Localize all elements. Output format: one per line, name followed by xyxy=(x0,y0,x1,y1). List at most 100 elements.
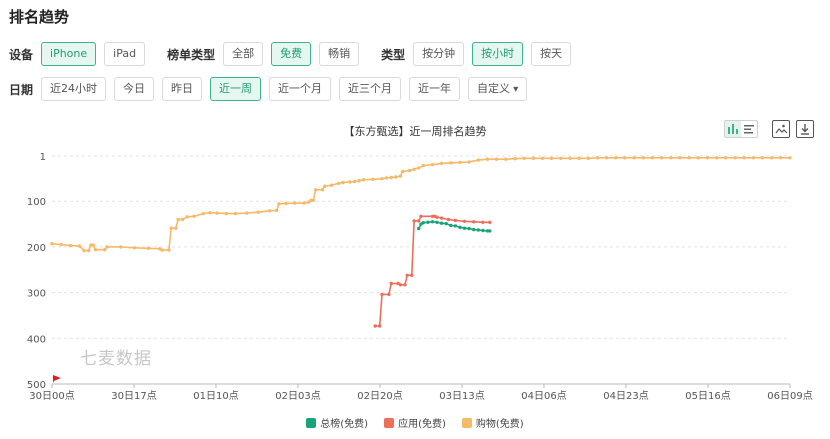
series-line-2 xyxy=(51,157,790,252)
series-point-2 xyxy=(192,214,196,218)
series-point-2 xyxy=(678,156,682,160)
series-point-1 xyxy=(380,292,384,297)
x-tick-label: 02日03点 xyxy=(275,390,320,402)
series-point-2 xyxy=(274,208,279,213)
series-point-2 xyxy=(293,201,297,205)
rank-trend-chart: 1 100 200 300 400 50030日00点 30日17点 01日10点 02日03点… xyxy=(27,152,813,402)
series-point-2 xyxy=(384,176,389,180)
series-point-0 xyxy=(453,224,458,228)
series-point-2 xyxy=(504,157,508,161)
series-point-2 xyxy=(401,169,405,174)
series-point-2 xyxy=(742,156,746,160)
series-point-1 xyxy=(439,216,444,220)
series-point-2 xyxy=(93,248,98,252)
series-point-2 xyxy=(180,217,185,222)
x-tick-label: 06日09点 xyxy=(767,390,812,402)
x-tick-label: 30日00点 xyxy=(29,390,74,402)
legend-item-apps[interactable]: 应用(免费) xyxy=(384,415,446,430)
series-point-2 xyxy=(59,242,63,247)
x-tick-label: 30日17点 xyxy=(111,390,156,402)
series-point-1 xyxy=(389,281,393,286)
series-point-2 xyxy=(705,156,710,160)
series-point-2 xyxy=(770,156,774,160)
series-point-1 xyxy=(472,220,476,224)
series-point-2 xyxy=(215,211,219,215)
series-point-2 xyxy=(320,188,325,192)
series-point-2 xyxy=(371,177,375,181)
series-point-2 xyxy=(788,156,792,160)
legend-label-total: 总榜(免费) xyxy=(320,419,369,430)
series-point-2 xyxy=(362,178,366,182)
series-point-2 xyxy=(586,156,590,160)
series-point-1 xyxy=(446,217,451,222)
series-point-2 xyxy=(323,184,327,188)
legend-item-shopping[interactable]: 购物(免费) xyxy=(461,415,524,430)
series-point-2 xyxy=(660,156,664,160)
series-point-2 xyxy=(313,188,318,192)
series-point-2 xyxy=(494,157,499,161)
series-point-2 xyxy=(311,198,315,202)
series-point-2 xyxy=(577,156,581,160)
series-point-2 xyxy=(614,156,618,160)
series-point-2 xyxy=(256,210,260,214)
series-point-2 xyxy=(449,161,453,165)
series-point-2 xyxy=(160,248,164,252)
series-point-2 xyxy=(394,175,398,179)
x-tick-label: 05日16点 xyxy=(685,390,730,402)
series-point-2 xyxy=(417,166,421,170)
series-point-2 xyxy=(82,248,86,253)
series-point-2 xyxy=(380,177,384,181)
series-point-2 xyxy=(103,248,107,252)
legend-swatch-total xyxy=(306,417,317,428)
series-point-2 xyxy=(302,201,306,205)
series-point-2 xyxy=(357,179,361,183)
series-point-2 xyxy=(522,156,526,160)
series-point-2 xyxy=(458,160,462,165)
series-point-2 xyxy=(268,209,272,213)
series-point-2 xyxy=(568,156,572,160)
series-point-2 xyxy=(412,167,416,171)
series-point-2 xyxy=(389,175,393,180)
series-point-2 xyxy=(715,156,719,160)
series-point-2 xyxy=(595,156,600,160)
series-point-2 xyxy=(421,163,425,168)
x-tick-label: 02日20点 xyxy=(357,390,402,402)
series-point-0 xyxy=(439,221,444,225)
series-point-2 xyxy=(341,180,345,185)
series-point-2 xyxy=(50,242,54,246)
series-point-0 xyxy=(462,226,467,230)
y-tick-label: 400 xyxy=(27,334,46,345)
series-point-2 xyxy=(174,226,178,230)
series-point-2 xyxy=(336,181,341,186)
legend-item-total[interactable]: 总榜(免费) xyxy=(306,415,368,430)
x-tick-label: 01日10点 xyxy=(193,390,238,402)
series-point-2 xyxy=(277,202,281,206)
start-flag-icon xyxy=(53,375,61,383)
series-point-2 xyxy=(87,248,91,253)
series-point-2 xyxy=(105,245,109,249)
series-point-2 xyxy=(531,156,535,160)
chart-legend: 总榜(免费) 应用(免费) 购物(免费) xyxy=(0,415,830,430)
series-point-1 xyxy=(398,283,403,287)
series-point-0 xyxy=(426,220,430,224)
series-point-2 xyxy=(650,156,655,160)
series-point-2 xyxy=(201,211,205,216)
series-point-0 xyxy=(476,228,480,232)
series-point-0 xyxy=(444,221,448,226)
series-point-1 xyxy=(403,283,407,287)
series-point-2 xyxy=(733,156,737,160)
series-point-0 xyxy=(458,225,462,229)
series-point-1 xyxy=(410,273,414,277)
series-point-2 xyxy=(467,160,471,164)
series-point-1 xyxy=(417,219,421,223)
series-point-1 xyxy=(387,292,391,297)
y-tick-label: 500 xyxy=(27,380,46,391)
legend-label-apps: 应用(免费) xyxy=(398,419,446,430)
series-point-0 xyxy=(435,220,439,224)
series-point-2 xyxy=(604,156,609,160)
series-point-1 xyxy=(419,214,423,218)
series-point-2 xyxy=(176,217,180,222)
series-point-2 xyxy=(779,156,783,160)
series-point-1 xyxy=(412,219,416,223)
series-point-1 xyxy=(488,220,492,224)
